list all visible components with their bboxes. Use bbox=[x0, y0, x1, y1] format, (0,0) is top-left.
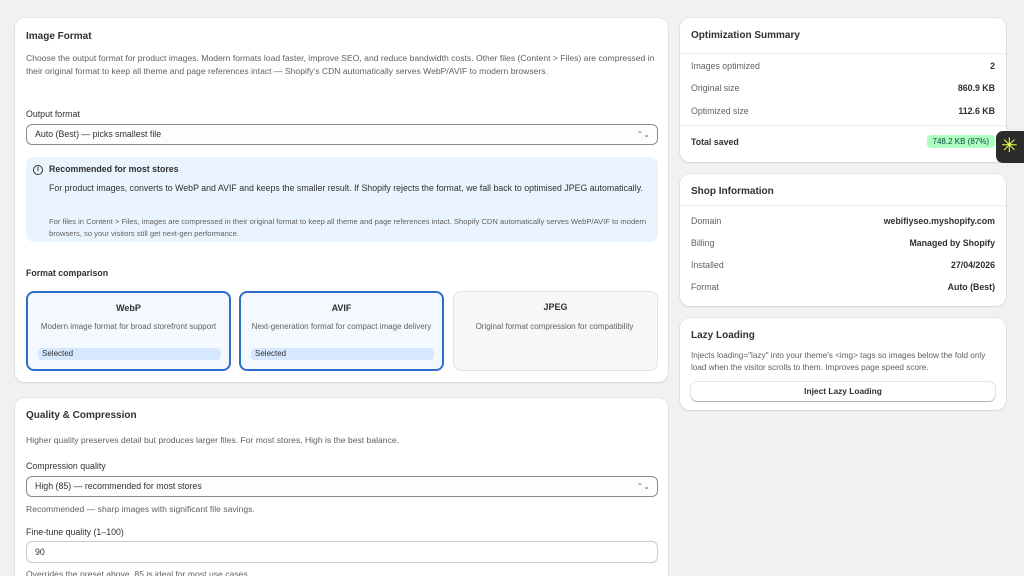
output-format-select[interactable]: Auto (Best) — picks smallest file ⌃⌄ bbox=[26, 124, 658, 145]
shop-row-domain: Domain webifiyseo.myshopify.com bbox=[691, 216, 995, 230]
inject-lazy-loading-button[interactable]: Inject Lazy Loading bbox=[691, 382, 995, 401]
divider bbox=[680, 53, 1006, 54]
image-format-title: Image Format bbox=[26, 31, 92, 42]
floating-assistant-button[interactable]: ✳ bbox=[996, 131, 1024, 163]
divider bbox=[680, 125, 1006, 126]
quality-compression-card: Quality & Compression Higher quality pre… bbox=[15, 398, 668, 576]
shop-row-installed: Installed 27/04/2026 bbox=[691, 260, 995, 274]
compression-quality-select[interactable]: High (85) — recommended for most stores … bbox=[26, 476, 658, 497]
divider bbox=[680, 205, 1006, 206]
summary-row-total: Total saved 748.2 KB (87%) bbox=[691, 135, 995, 151]
format-description: Original format compression for compatib… bbox=[475, 322, 634, 331]
lazy-title: Lazy Loading bbox=[691, 330, 755, 341]
row-value: Managed by Shopify bbox=[909, 238, 995, 248]
banner-message: For product images, converts to WebP and… bbox=[49, 183, 643, 193]
lazy-description: Injects loading="lazy" into your theme's… bbox=[691, 351, 986, 372]
format-description: Modern image format for broad storefront… bbox=[40, 322, 217, 331]
summary-row-optimized: Optimized size 112.6 KB bbox=[691, 106, 995, 120]
format-name: JPEG bbox=[543, 302, 568, 312]
info-icon: i bbox=[33, 165, 43, 175]
finetune-quality-input[interactable]: 90 bbox=[26, 541, 658, 563]
row-key: Optimized size bbox=[691, 106, 749, 116]
selected-badge: Selected bbox=[38, 348, 221, 360]
banner-subtext: For files in Content > Files, images are… bbox=[49, 217, 647, 238]
compression-quality-label: Compression quality bbox=[26, 461, 106, 471]
asterisk-icon: ✳ bbox=[1001, 135, 1018, 157]
output-format-value: Auto (Best) — picks smallest file bbox=[35, 129, 162, 139]
image-format-card: Image Format Choose the output format fo… bbox=[15, 18, 668, 382]
shop-title: Shop Information bbox=[691, 186, 774, 197]
summary-row-original: Original size 860.9 KB bbox=[691, 83, 995, 97]
total-saved-label: Total saved bbox=[691, 137, 739, 147]
row-value: Auto (Best) bbox=[947, 282, 995, 292]
output-format-label: Output format bbox=[26, 109, 80, 119]
recommendation-banner: i Recommended for most stores For produc… bbox=[26, 157, 658, 242]
quality-title: Quality & Compression bbox=[26, 410, 137, 421]
row-value: 112.6 KB bbox=[958, 106, 995, 116]
format-option-jpeg[interactable]: JPEG Original format compression for com… bbox=[453, 291, 658, 371]
row-value: 27/04/2026 bbox=[950, 260, 995, 270]
row-key: Domain bbox=[691, 216, 722, 226]
summary-title: Optimization Summary bbox=[691, 30, 800, 41]
format-option-avif[interactable]: AVIF Next-generation format for compact … bbox=[239, 291, 444, 371]
row-value: webifiyseo.myshopify.com bbox=[883, 216, 995, 226]
row-value: 860.9 KB bbox=[957, 83, 995, 93]
row-key: Installed bbox=[691, 260, 724, 270]
lazy-loading-card: Lazy Loading Injects loading="lazy" into… bbox=[680, 318, 1006, 410]
format-comparison-title: Format comparison bbox=[26, 268, 109, 278]
quality-description: Higher quality preserves detail but prod… bbox=[26, 435, 400, 445]
optimization-summary-card: Optimization Summary Images optimized 2 … bbox=[680, 18, 1006, 162]
select-chevron-icon: ⌃⌄ bbox=[636, 130, 650, 139]
row-key: Billing bbox=[691, 238, 715, 248]
row-key: Images optimized bbox=[691, 61, 760, 71]
row-key: Original size bbox=[691, 83, 740, 93]
select-chevron-icon: ⌃⌄ bbox=[636, 482, 650, 491]
format-option-webp[interactable]: WebP Modern image format for broad store… bbox=[26, 291, 231, 371]
shop-row-billing: Billing Managed by Shopify bbox=[691, 238, 995, 252]
selected-badge: Selected bbox=[251, 348, 434, 360]
summary-row-images: Images optimized 2 bbox=[691, 61, 995, 75]
row-key: Format bbox=[691, 282, 719, 292]
image-format-description: Choose the output format for product ima… bbox=[26, 53, 655, 76]
finetune-note: Overrides the preset above. 85 is ideal … bbox=[26, 569, 251, 576]
row-value: 2 bbox=[990, 61, 995, 71]
compression-note: Recommended — sharp images with signific… bbox=[26, 504, 255, 514]
banner-title: Recommended for most stores bbox=[49, 164, 179, 174]
format-name: WebP bbox=[116, 303, 141, 313]
shop-row-format: Format Auto (Best) bbox=[691, 282, 995, 296]
format-description: Next-generation format for compact image… bbox=[251, 322, 432, 331]
format-name: AVIF bbox=[331, 303, 352, 313]
finetune-quality-label: Fine-tune quality (1–100) bbox=[26, 527, 124, 537]
shop-information-card: Shop Information Domain webifiyseo.mysho… bbox=[680, 174, 1006, 306]
compression-quality-value: High (85) — recommended for most stores bbox=[35, 481, 202, 491]
total-saved-badge: 748.2 KB (87%) bbox=[926, 135, 995, 148]
